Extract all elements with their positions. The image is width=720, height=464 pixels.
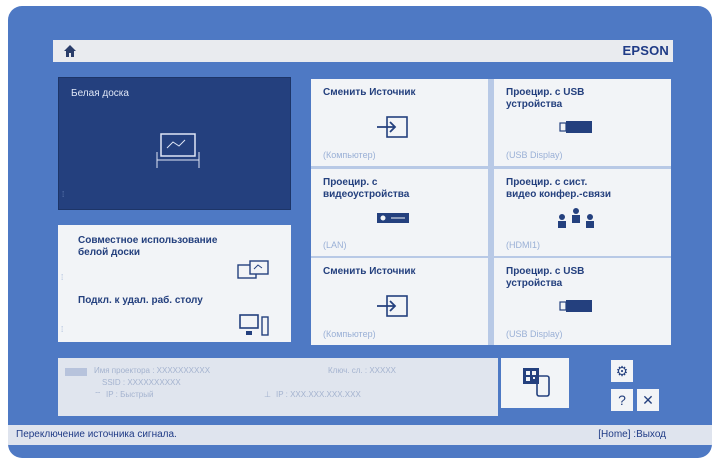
status-text: Переключение источника сигнала. [16, 429, 177, 440]
tile-subtitle: (Компьютер) [323, 150, 376, 160]
projector-icon [377, 213, 409, 223]
tile-subtitle: (HDMI1) [506, 240, 540, 250]
lan-icon: ⊥ [264, 390, 271, 399]
usb-icon [559, 121, 592, 133]
video-device-tile[interactable]: Проецир. с видеоустройства (LAN) [311, 169, 488, 256]
status-bar: Переключение источника сигнала. [Home] :… [8, 425, 712, 445]
wifi-icon: ⌔ [94, 390, 102, 399]
projector-home-screen: EPSON Белая доска ⁞ Совместное использов… [8, 6, 712, 458]
brand-logo: EPSON [622, 43, 669, 58]
home-icon[interactable] [63, 44, 77, 58]
close-button[interactable]: ✕ [637, 389, 659, 411]
tile-title: Проецир. с сист. видео конфер.-связи [506, 177, 612, 200]
qr-code-icon [523, 368, 550, 397]
tile-title: Проецир. с USB устройства [506, 87, 585, 110]
share-tile: Совместное использование белой доски Под… [58, 225, 291, 342]
tile-title: Проецир. с видеоустройства [323, 177, 410, 200]
remote-desktop-button[interactable]: Подкл. к удал. раб. столу [78, 295, 203, 306]
whiteboard-icon [156, 133, 200, 168]
usb-projection-tile[interactable]: Проецир. с USB устройства (USB Display) [494, 79, 671, 166]
shared-whiteboard-icon [237, 260, 269, 279]
help-icon: ? [618, 392, 626, 408]
whiteboard-label: Белая доска [71, 88, 129, 99]
input-source-icon [377, 295, 408, 317]
source-grid: Сменить Источник (Компьютер) Проецир. с … [311, 79, 671, 345]
tile-title: Сменить Источник [323, 87, 416, 98]
help-button[interactable]: ? [611, 389, 633, 411]
close-icon: ✕ [642, 391, 654, 408]
tile-subtitle: (Компьютер) [323, 329, 376, 339]
change-source-tile[interactable]: Сменить Источник (Компьютер) [311, 79, 488, 166]
usb-icon [559, 300, 592, 312]
ssid-value: SSID : XXXXXXXXXX [102, 378, 181, 387]
whiteboard-tile[interactable]: Белая доска ⁞ [58, 77, 291, 210]
tile-title: Сменить Источник [323, 266, 416, 277]
settings-button[interactable]: ⚙ [611, 360, 633, 382]
conference-icon [558, 208, 594, 228]
network-info-panel: Имя проектора : XXXXXXXXXX SSID : XXXXXX… [58, 358, 498, 416]
change-source-tile-2[interactable]: Сменить Источник (Компьютер) [311, 258, 488, 345]
gear-icon: ⚙ [615, 362, 629, 379]
exit-hint: [Home] :Выход [598, 429, 666, 440]
tile-subtitle: (LAN) [323, 240, 347, 250]
tile-subtitle: (USB Display) [506, 329, 563, 339]
keyword-value: Ключ. сл. : XXXXX [328, 366, 397, 375]
top-bar: EPSON [53, 40, 673, 62]
ip-mode: IP : Быстрый [106, 390, 154, 399]
video-conference-tile[interactable]: Проецир. с сист. видео конфер.-связи (HD… [494, 169, 671, 256]
ip-address: IP : XXX.XXX.XXX.XXX [276, 390, 361, 399]
input-source-icon [377, 116, 408, 138]
projector-name: Имя проектора : XXXXXXXXXX [94, 366, 211, 375]
tile-title: Проецир. с USB устройства [506, 266, 585, 289]
projector-small-icon [65, 368, 87, 376]
shared-whiteboard-button[interactable]: Совместное использование белой доски [78, 235, 217, 259]
tile-subtitle: (USB Display) [506, 150, 563, 160]
qr-code-tile[interactable] [501, 358, 569, 408]
remote-desktop-icon [239, 314, 269, 336]
usb-projection-tile-2[interactable]: Проецир. с USB устройства (USB Display) [494, 258, 671, 345]
